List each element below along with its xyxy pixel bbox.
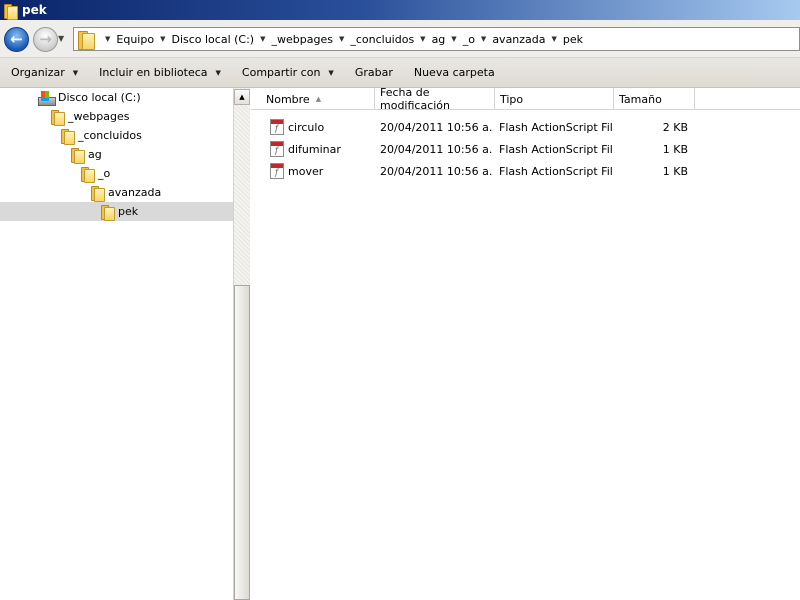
chevron-down-icon[interactable]: ▼ bbox=[420, 35, 425, 43]
chevron-down-icon: ▼ bbox=[215, 68, 221, 77]
file-date: 20/04/2011 10:56 a... bbox=[380, 120, 492, 134]
column-header-date[interactable]: Fecha de modificación bbox=[375, 86, 495, 112]
sort-ascending-icon: ▲ bbox=[315, 95, 322, 103]
file-size: 2 KB bbox=[662, 120, 688, 134]
actionscript-file-icon bbox=[270, 163, 284, 179]
tree-item-label: _webpages bbox=[68, 110, 130, 123]
column-header-name[interactable]: Nombre ▲ bbox=[261, 88, 375, 110]
folder-icon bbox=[77, 30, 95, 50]
new-folder-label: Nueva carpeta bbox=[413, 66, 495, 79]
folder-icon bbox=[3, 3, 18, 20]
back-arrow-icon: ← bbox=[10, 30, 23, 48]
actionscript-file-icon bbox=[270, 119, 284, 135]
chevron-down-icon: ▼ bbox=[72, 68, 79, 77]
file-name-cell[interactable]: mover bbox=[270, 160, 375, 182]
tree-item-ag[interactable]: ag bbox=[0, 145, 233, 164]
command-toolbar: Organizar ▼ Incluir en biblioteca ▼ Compar… bbox=[0, 58, 800, 88]
breadcrumb[interactable]: ▼ Equipo ▼ Disco local (C:) ▼ _webpages ▼ _c… bbox=[73, 27, 800, 51]
breadcrumb-item[interactable]: ▼ avanzada bbox=[475, 33, 546, 46]
tree-item-avanzada[interactable]: avanzada bbox=[0, 183, 233, 202]
new-folder-button[interactable]: Nueva carpeta bbox=[403, 61, 505, 85]
tree-item-disco-local[interactable]: Disco local (C:) bbox=[0, 88, 233, 107]
breadcrumb-item[interactable]: ▼ _webpages bbox=[254, 33, 333, 46]
chevron-down-icon[interactable]: ▼ bbox=[105, 35, 110, 43]
file-list: Nombre ▲ Fecha de modificación Tipo Tamañ… bbox=[251, 86, 800, 600]
drive-icon bbox=[38, 90, 56, 106]
tree-item-label: pek bbox=[118, 205, 139, 218]
breadcrumb-item[interactable]: ▼ _o bbox=[445, 33, 475, 46]
address-bar-area: ← → ▼ ▼ Equipo ▼ Disco local (C:) ▼ _webpag… bbox=[0, 20, 800, 58]
tree-item-webpages[interactable]: _webpages bbox=[0, 107, 233, 126]
file-date: 20/04/2011 10:56 a... bbox=[380, 164, 492, 178]
forward-arrow-icon: → bbox=[39, 30, 52, 48]
organize-label: Organizar bbox=[11, 66, 65, 79]
breadcrumb-item[interactable]: ▼ _concluidos bbox=[333, 33, 414, 46]
scroll-up-button[interactable]: ▲ bbox=[234, 89, 250, 105]
tree-item-label: avanzada bbox=[108, 186, 162, 199]
back-button[interactable]: ← bbox=[4, 27, 29, 52]
chevron-down-icon[interactable]: ▼ bbox=[339, 35, 344, 43]
file-row[interactable]: circulo 20/04/2011 10:56 a... Flash Acti… bbox=[251, 116, 800, 138]
file-type: Flash ActionScript File bbox=[499, 164, 613, 178]
tree-item-label: _o bbox=[98, 167, 111, 180]
folder-icon bbox=[90, 185, 105, 202]
folder-icon bbox=[80, 166, 95, 183]
tree-item-label: _concluidos bbox=[78, 129, 142, 142]
file-row[interactable]: mover 20/04/2011 10:56 a... Flash Action… bbox=[251, 160, 800, 182]
include-library-label: Incluir en biblioteca bbox=[99, 66, 208, 79]
folder-icon bbox=[70, 147, 85, 164]
breadcrumb-item[interactable]: ▼ ag bbox=[414, 33, 445, 46]
file-name-cell[interactable]: difuminar bbox=[270, 138, 375, 160]
file-type: Flash ActionScript File bbox=[499, 120, 613, 134]
tree-item-label: Disco local (C:) bbox=[58, 91, 141, 104]
folder-icon bbox=[60, 128, 75, 145]
recent-pages-dropdown-icon[interactable]: ▼ bbox=[58, 34, 64, 43]
tree-item-o[interactable]: _o bbox=[0, 164, 233, 183]
organize-button[interactable]: Organizar ▼ bbox=[0, 61, 88, 85]
column-header-type[interactable]: Tipo bbox=[495, 88, 614, 110]
file-name[interactable]: difuminar bbox=[288, 143, 341, 156]
file-name[interactable]: mover bbox=[288, 165, 323, 178]
column-header-label: Tipo bbox=[500, 92, 524, 106]
chevron-down-icon[interactable]: ▼ bbox=[160, 35, 165, 43]
chevron-up-icon: ▲ bbox=[239, 93, 245, 101]
actionscript-file-icon bbox=[270, 141, 284, 157]
column-header-label: Tamaño bbox=[619, 92, 662, 106]
column-header-label: Nombre bbox=[266, 92, 310, 106]
burn-label: Grabar bbox=[354, 66, 393, 79]
breadcrumb-item[interactable]: ▼ pek bbox=[546, 33, 584, 46]
tree-item-concluidos[interactable]: _concluidos bbox=[0, 126, 233, 145]
burn-button[interactable]: Grabar bbox=[344, 61, 403, 85]
share-with-label: Compartir con bbox=[241, 66, 321, 79]
chevron-down-icon[interactable]: ▼ bbox=[260, 35, 265, 43]
scrollbar-thumb[interactable] bbox=[234, 285, 250, 600]
column-header-label: Fecha de modificación bbox=[380, 86, 451, 112]
breadcrumb-item[interactable]: ▼ Equipo bbox=[99, 33, 154, 46]
chevron-down-icon: ▼ bbox=[328, 68, 334, 77]
window-title: pek bbox=[22, 3, 47, 17]
title-bar[interactable]: pek bbox=[0, 0, 800, 20]
tree-item-label: ag bbox=[88, 148, 102, 161]
file-name-cell[interactable]: circulo bbox=[270, 116, 375, 138]
column-headers: Nombre ▲ Fecha de modificación Tipo Tamañ… bbox=[251, 86, 800, 112]
tree-item-pek[interactable]: pek bbox=[0, 202, 233, 221]
chevron-down-icon[interactable]: ▼ bbox=[451, 35, 456, 43]
chevron-down-icon[interactable]: ▼ bbox=[481, 35, 486, 43]
file-size: 1 KB bbox=[662, 142, 688, 156]
folder-icon bbox=[50, 109, 65, 126]
file-size: 1 KB bbox=[662, 164, 688, 178]
share-with-button[interactable]: Compartir con ▼ bbox=[231, 61, 344, 85]
file-type: Flash ActionScript File bbox=[499, 142, 613, 156]
file-name[interactable]: circulo bbox=[288, 121, 324, 134]
chevron-down-icon[interactable]: ▼ bbox=[552, 35, 557, 43]
breadcrumb-item[interactable]: ▼ Disco local (C:) bbox=[154, 33, 254, 46]
file-row[interactable]: difuminar 20/04/2011 10:56 a... Flash Ac… bbox=[251, 138, 800, 160]
forward-button[interactable]: → bbox=[33, 27, 58, 52]
navigation-scrollbar[interactable]: ▲ bbox=[233, 88, 250, 600]
column-header-size[interactable]: Tamaño bbox=[614, 88, 695, 110]
file-date: 20/04/2011 10:56 a... bbox=[380, 142, 492, 156]
include-library-button[interactable]: Incluir en biblioteca ▼ bbox=[88, 61, 231, 85]
navigation-pane: Disco local (C:) _webpages _concluidos a… bbox=[0, 88, 233, 600]
folder-icon bbox=[100, 204, 115, 221]
